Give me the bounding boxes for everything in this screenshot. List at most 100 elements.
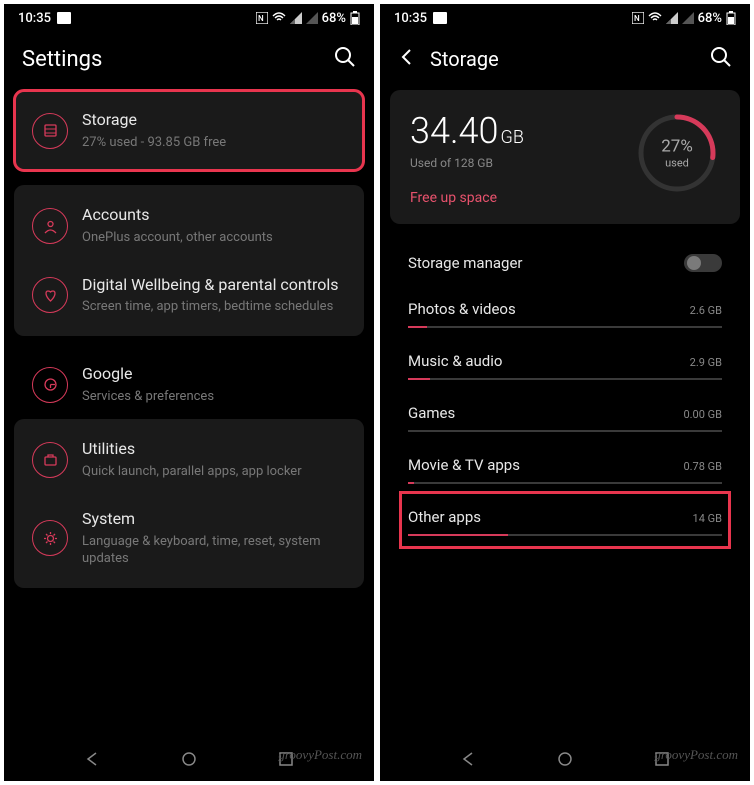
- category-size: 2.6 GB: [690, 304, 722, 317]
- chevron-left-icon: [398, 48, 416, 66]
- storage-used-unit: GB: [501, 127, 524, 148]
- storage-category-row[interactable]: Movie & TV apps 0.78 GB: [408, 442, 722, 494]
- category-bar: [408, 430, 722, 432]
- settings-row-heart[interactable]: Digital Wellbeing & parental controls Sc…: [14, 261, 364, 330]
- category-name: Games: [408, 404, 455, 422]
- row-title: Google: [82, 364, 346, 385]
- status-bar: 10:35 N 68%: [380, 4, 750, 32]
- phone-settings: 10:35 N 68% Settings Storage 27% used - …: [4, 4, 374, 781]
- header: Storage: [380, 32, 750, 82]
- page-title: Storage: [430, 47, 499, 71]
- nav-back[interactable]: [84, 751, 100, 771]
- storage-content: 34.40 GB Used of 128 GB Free up space 27…: [380, 82, 750, 741]
- wifi-icon: [648, 12, 662, 24]
- storage-category-row[interactable]: Photos & videos 2.6 GB: [408, 286, 722, 338]
- status-bar: 10:35 N 68%: [4, 4, 374, 32]
- back-button[interactable]: [398, 48, 416, 70]
- nav-bar: [380, 741, 750, 781]
- row-title: Digital Wellbeing & parental controls: [82, 275, 346, 296]
- storage-summary-card: 34.40 GB Used of 128 GB Free up space 27…: [390, 90, 740, 224]
- status-battery: 68%: [698, 11, 722, 26]
- free-up-space-link[interactable]: Free up space: [410, 190, 524, 206]
- category-size: 0.78 GB: [683, 460, 722, 473]
- category-bar: [408, 482, 722, 484]
- signal-icon: [290, 12, 302, 24]
- status-right: N 68%: [256, 11, 360, 26]
- storage-manager-toggle[interactable]: [684, 254, 722, 272]
- row-sub: Services & preferences: [82, 388, 346, 406]
- account-icon: [32, 208, 68, 244]
- storage-manager-row[interactable]: Storage manager: [408, 238, 722, 286]
- row-title: Utilities: [82, 439, 346, 460]
- phone-storage: 10:35 N 68% Storage 34.4: [380, 4, 750, 781]
- category-name: Other apps: [408, 508, 481, 526]
- settings-group: Accounts OnePlus account, other accounts…: [14, 185, 364, 336]
- system-icon: [32, 520, 68, 556]
- row-sub: Language & keyboard, time, reset, system…: [82, 533, 346, 568]
- storage-category-row[interactable]: Other apps 14 GB: [402, 494, 728, 546]
- settings-group: Utilities Quick launch, parallel apps, a…: [14, 419, 364, 587]
- nfc-icon: N: [632, 12, 644, 24]
- settings-list: Storage 27% used - 93.85 GB free Account…: [4, 82, 374, 741]
- category-bar: [408, 378, 722, 380]
- search-icon: [334, 46, 356, 68]
- nav-recent[interactable]: [278, 751, 294, 771]
- row-title: System: [82, 509, 346, 530]
- page-title: Settings: [22, 47, 102, 72]
- signal-icon: [666, 12, 678, 24]
- gauge-pct: 27%: [661, 137, 693, 157]
- utilities-icon: [32, 442, 68, 478]
- storage-used-num: 34.40: [410, 110, 499, 152]
- category-bar: [408, 534, 722, 536]
- nav-home[interactable]: [557, 751, 573, 771]
- status-time: 10:35: [18, 11, 51, 26]
- battery-icon: [350, 11, 360, 25]
- svg-text:N: N: [634, 14, 640, 23]
- status-battery: 68%: [322, 11, 346, 26]
- settings-group: Google Services & preferences: [14, 350, 364, 419]
- storage-manager-label: Storage manager: [408, 254, 523, 272]
- storage-category-row[interactable]: Games 0.00 GB: [408, 390, 722, 442]
- search-icon: [710, 46, 732, 68]
- nav-recent[interactable]: [654, 751, 670, 771]
- storage-category-row[interactable]: Music & audio 2.9 GB: [408, 338, 722, 390]
- image-icon: [57, 12, 71, 24]
- storage-used-of: Used of 128 GB: [410, 156, 524, 170]
- nav-back[interactable]: [460, 751, 476, 771]
- search-button[interactable]: [334, 46, 356, 72]
- settings-row-google[interactable]: Google Services & preferences: [14, 350, 364, 419]
- category-size: 14 GB: [693, 512, 722, 525]
- settings-row-account[interactable]: Accounts OnePlus account, other accounts: [14, 191, 364, 260]
- nfc-icon: N: [256, 12, 268, 24]
- category-size: 0.00 GB: [683, 408, 722, 421]
- storage-icon: [32, 113, 68, 149]
- category-name: Music & audio: [408, 352, 502, 370]
- gauge-label: used: [661, 157, 693, 170]
- category-name: Movie & TV apps: [408, 456, 520, 474]
- row-sub: Screen time, app timers, bedtime schedul…: [82, 298, 346, 316]
- category-name: Photos & videos: [408, 300, 516, 318]
- status-time: 10:35: [394, 11, 427, 26]
- storage-used: 34.40 GB: [410, 110, 524, 152]
- settings-row-utilities[interactable]: Utilities Quick launch, parallel apps, a…: [14, 425, 364, 494]
- nav-bar: [4, 741, 374, 781]
- status-right: N 68%: [632, 11, 736, 26]
- battery-icon: [726, 11, 736, 25]
- signal2-icon: [682, 12, 694, 24]
- category-size: 2.9 GB: [690, 356, 722, 369]
- row-sub: 27% used - 93.85 GB free: [82, 134, 346, 152]
- settings-group: Storage 27% used - 93.85 GB free: [14, 90, 364, 171]
- settings-row-system[interactable]: System Language & keyboard, time, reset,…: [14, 495, 364, 582]
- heart-icon: [32, 277, 68, 313]
- settings-row-storage[interactable]: Storage 27% used - 93.85 GB free: [14, 96, 364, 165]
- row-title: Storage: [82, 110, 346, 131]
- header: Settings: [4, 32, 374, 82]
- row-sub: OnePlus account, other accounts: [82, 229, 346, 247]
- search-button[interactable]: [710, 46, 732, 72]
- image-icon: [433, 12, 447, 24]
- usage-gauge: 27% used: [634, 110, 720, 196]
- row-sub: Quick launch, parallel apps, app locker: [82, 463, 346, 481]
- signal2-icon: [306, 12, 318, 24]
- row-title: Accounts: [82, 205, 346, 226]
- nav-home[interactable]: [181, 751, 197, 771]
